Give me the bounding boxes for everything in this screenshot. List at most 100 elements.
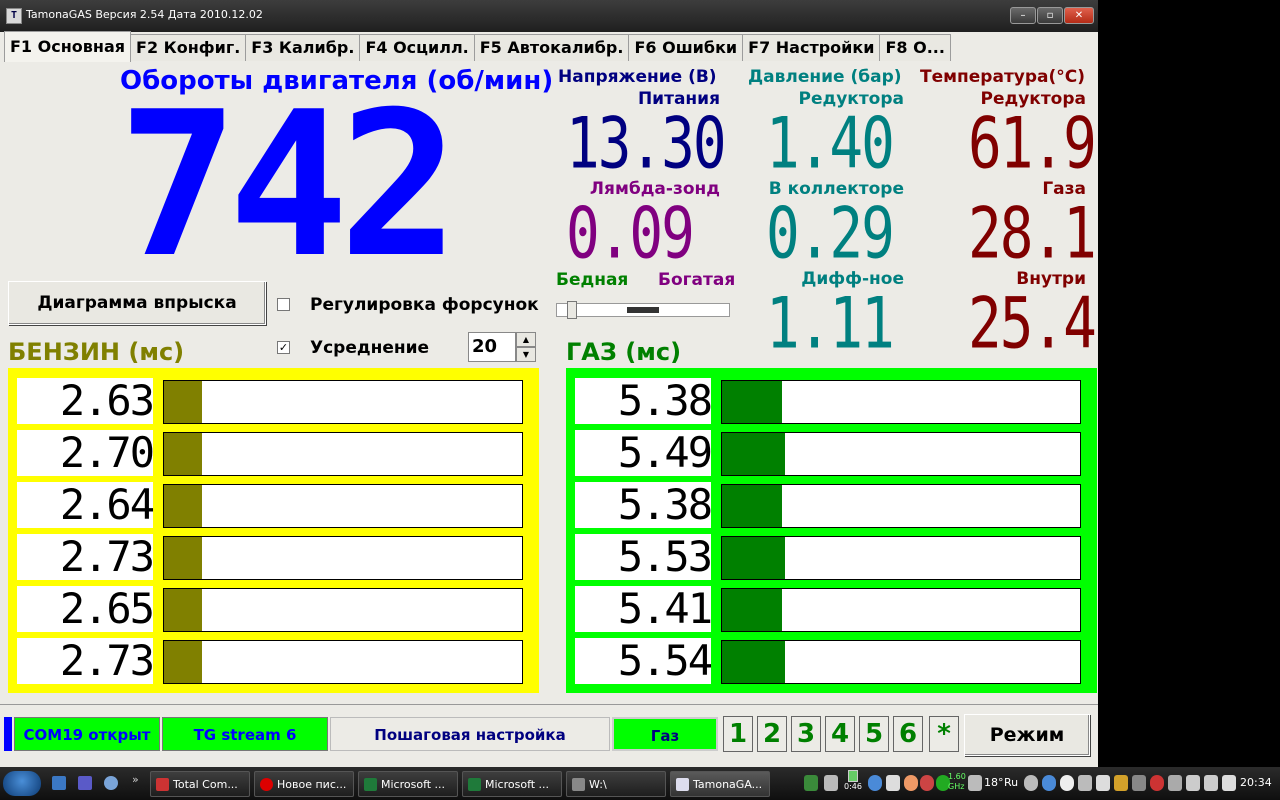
- gas-injection-bar-fill: [722, 381, 782, 423]
- petrol-injector-row: 2.64: [8, 482, 539, 528]
- gas-injection-bar-fill: [722, 589, 782, 631]
- tray-app-icon[interactable]: [904, 775, 918, 791]
- lambda-slider-fill: [627, 307, 659, 313]
- cylinder-1-button[interactable]: 1: [723, 716, 753, 752]
- device-icon[interactable]: [824, 775, 838, 791]
- battery-indicator[interactable]: 0:46: [842, 770, 864, 792]
- volume-icon[interactable]: [1186, 775, 1200, 791]
- tab-main[interactable]: F1 Основная: [4, 31, 132, 62]
- gas-injector-row: 5.49: [566, 430, 1097, 476]
- quicklaunch-desktop-icon[interactable]: [52, 776, 66, 790]
- cylinder-6-button[interactable]: 6: [893, 716, 923, 752]
- cylinder-3-button[interactable]: 3: [791, 716, 821, 752]
- petrol-injection-bar: [163, 588, 523, 632]
- lambda-value: 0.09: [566, 193, 695, 275]
- petrol-injection-bar: [163, 432, 523, 476]
- tray-app-icon[interactable]: [1114, 775, 1128, 791]
- lean-label: Бедная: [556, 270, 629, 290]
- taskbar-item[interactable]: Microsoft ...: [462, 771, 562, 797]
- fuel-mode-indicator: Газ: [612, 717, 718, 751]
- tab-about[interactable]: F8 О...: [879, 34, 951, 61]
- weather-icon[interactable]: [968, 775, 982, 791]
- tray-app-icon[interactable]: [920, 775, 934, 791]
- tab-oscilloscope[interactable]: F4 Осцилл.: [359, 34, 475, 61]
- taskbar-item[interactable]: Microsoft ...: [358, 771, 458, 797]
- tab-config[interactable]: F2 Конфиг.: [130, 34, 247, 61]
- tray-app-icon[interactable]: [1096, 775, 1110, 791]
- gas-injection-time: 5.54: [575, 638, 713, 684]
- start-button[interactable]: [3, 771, 41, 796]
- gas-injection-bar-fill: [722, 433, 785, 475]
- quicklaunch-save-icon[interactable]: [78, 776, 92, 790]
- gas-injector-row: 5.53: [566, 534, 1097, 580]
- all-cylinders-button[interactable]: *: [929, 716, 959, 752]
- network-icon[interactable]: [804, 775, 818, 791]
- gas-title: ГАЗ (мс): [566, 338, 682, 366]
- gas-injection-time: 5.49: [575, 430, 713, 476]
- clock: 20:34: [1240, 776, 1272, 789]
- step-tuning-button[interactable]: Пошаговая настройка: [330, 717, 610, 751]
- search-icon[interactable]: [1204, 775, 1218, 791]
- petrol-injection-bar-fill: [164, 433, 202, 475]
- skype-icon[interactable]: [868, 775, 882, 791]
- tray-app-icon[interactable]: [1060, 775, 1074, 791]
- connection-indicator: [4, 717, 12, 751]
- petrol-title: БЕНЗИН (мс): [8, 338, 185, 366]
- taskbar-item[interactable]: Total Com...: [150, 771, 250, 797]
- gas-injection-time: 5.53: [575, 534, 713, 580]
- window-title: TamonaGAS Версия 2.54 Дата 2010.12.02: [26, 8, 263, 21]
- voltage-title: Напряжение (В): [558, 67, 717, 87]
- tray-app-icon[interactable]: [1024, 775, 1038, 791]
- injector-adjust-checkbox[interactable]: [277, 298, 290, 311]
- quicklaunch-chevron-icon[interactable]: »: [132, 773, 139, 786]
- tray-app-icon[interactable]: [1078, 775, 1092, 791]
- cylinder-5-button[interactable]: 5: [859, 716, 889, 752]
- tray-app-icon[interactable]: [1168, 775, 1182, 791]
- petrol-injector-row: 2.63: [8, 378, 539, 424]
- close-button[interactable]: ✕: [1064, 7, 1094, 24]
- title-bar[interactable]: T TamonaGAS Версия 2.54 Дата 2010.12.02 …: [0, 0, 1098, 32]
- gas-injection-bar: [721, 640, 1081, 684]
- taskbar-item[interactable]: Новое пис...: [254, 771, 354, 797]
- tray-app-icon[interactable]: [886, 775, 900, 791]
- maximize-button[interactable]: ▫: [1037, 7, 1063, 24]
- tab-calibration[interactable]: F3 Калибр.: [245, 34, 361, 61]
- tray-temperature: 18°: [984, 776, 1004, 789]
- tray-app-icon[interactable]: [1132, 775, 1146, 791]
- gas-panel: 5.38 5.49 5.38 5.53 5.41 5.54: [566, 368, 1097, 693]
- opera-icon: [260, 778, 273, 791]
- tab-errors[interactable]: F6 Ошибки: [628, 34, 744, 61]
- gas-injection-bar: [721, 536, 1081, 580]
- rpm-value: 742: [118, 69, 459, 302]
- cylinder-2-button[interactable]: 2: [757, 716, 787, 752]
- averaging-input[interactable]: 20: [468, 332, 516, 362]
- tab-autocalibration[interactable]: F5 Автокалибр.: [473, 34, 630, 61]
- injection-diagram-button[interactable]: Диаграмма впрыска: [8, 281, 266, 325]
- minimize-button[interactable]: –: [1010, 7, 1036, 24]
- temp-inside-value: 25.4: [968, 283, 1097, 365]
- petrol-injection-time: 2.70: [17, 430, 155, 476]
- averaging-label: Усреднение: [310, 338, 430, 358]
- tab-settings[interactable]: F7 Настройки: [742, 34, 881, 61]
- gas-injection-time: 5.38: [575, 482, 713, 528]
- tray-app-icon[interactable]: [1222, 775, 1236, 791]
- gas-injector-row: 5.38: [566, 482, 1097, 528]
- app-icon: T: [6, 8, 22, 24]
- taskbar-item-active[interactable]: TamonaGA...: [670, 771, 770, 797]
- excel-icon: [468, 778, 481, 791]
- averaging-checkbox[interactable]: ✓: [277, 341, 290, 354]
- pressure-manifold-value: 0.29: [766, 193, 895, 275]
- tray-app-icon[interactable]: [1042, 775, 1056, 791]
- taskbar-item[interactable]: W:\: [566, 771, 666, 797]
- quicklaunch-ie-icon[interactable]: [104, 776, 118, 790]
- mode-button[interactable]: Режим: [964, 714, 1090, 756]
- system-tray: 0:46 1.60 GHz 18° Ru: [796, 767, 1240, 800]
- language-indicator[interactable]: Ru: [1004, 776, 1018, 789]
- spin-down-button[interactable]: ▼: [516, 347, 536, 362]
- spin-up-button[interactable]: ▲: [516, 332, 536, 347]
- cylinder-4-button[interactable]: 4: [825, 716, 855, 752]
- tray-app-icon[interactable]: [1150, 775, 1164, 791]
- petrol-injection-bar-fill: [164, 641, 202, 683]
- gas-injection-time: 5.41: [575, 586, 713, 632]
- pressure-title: Давление (бар): [748, 67, 902, 87]
